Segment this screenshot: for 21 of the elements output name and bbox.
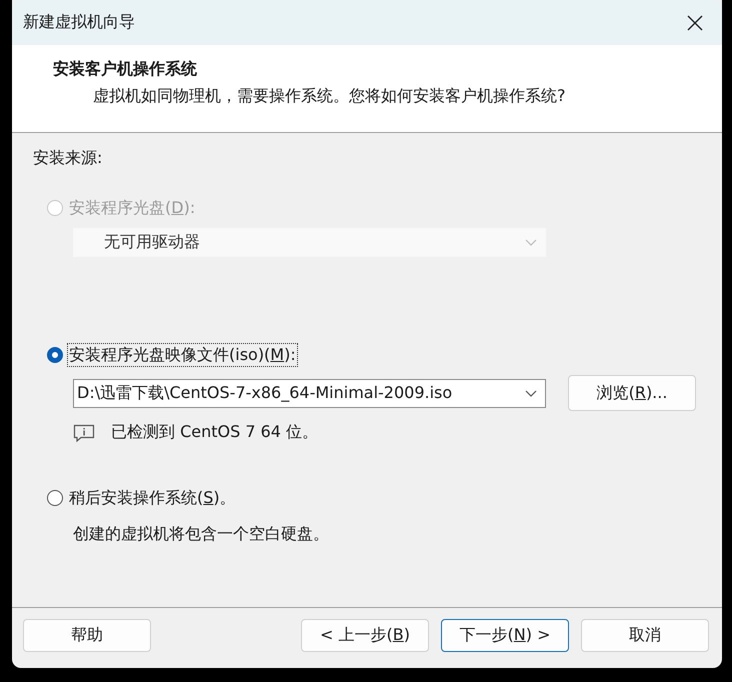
detection-message: 已检测到 CentOS 7 64 位。 xyxy=(111,422,318,443)
cancel-button[interactable]: 取消 xyxy=(581,618,709,652)
option-description: 创建的虚拟机将包含一个空白硬盘。 xyxy=(73,523,330,545)
page-heading: 安装客户机操作系统 xyxy=(53,58,198,80)
help-button[interactable]: 帮助 xyxy=(23,618,151,652)
radio-button[interactable] xyxy=(47,490,63,506)
next-button[interactable]: 下一步(N) > xyxy=(441,618,569,652)
page-description: 虚拟机如同物理机，需要操作系统。您将如何安装客户机操作系统? xyxy=(92,85,566,107)
back-button[interactable]: < 上一步(B) xyxy=(301,618,429,652)
window-title: 新建虚拟机向导 xyxy=(23,12,136,33)
chevron-down-icon[interactable] xyxy=(525,390,537,396)
radio-label[interactable]: 安装程序光盘映像文件(iso)(M): xyxy=(67,343,298,367)
browse-button[interactable]: 浏览(R)... xyxy=(568,375,696,411)
info-icon xyxy=(73,424,95,442)
close-icon xyxy=(687,14,703,30)
dropdown-field[interactable]: D:\迅雷下载\CentOS-7-x86_64-Minimal-2009.iso xyxy=(73,378,546,408)
radio-button[interactable] xyxy=(47,347,63,363)
radio-label: 安装程序光盘(D): xyxy=(68,197,196,219)
section-label: 安装来源: xyxy=(33,147,104,169)
radio-label[interactable]: 稍后安装操作系统(S)。 xyxy=(67,486,238,510)
dropdown-field: 无可用驱动器 xyxy=(73,228,546,257)
